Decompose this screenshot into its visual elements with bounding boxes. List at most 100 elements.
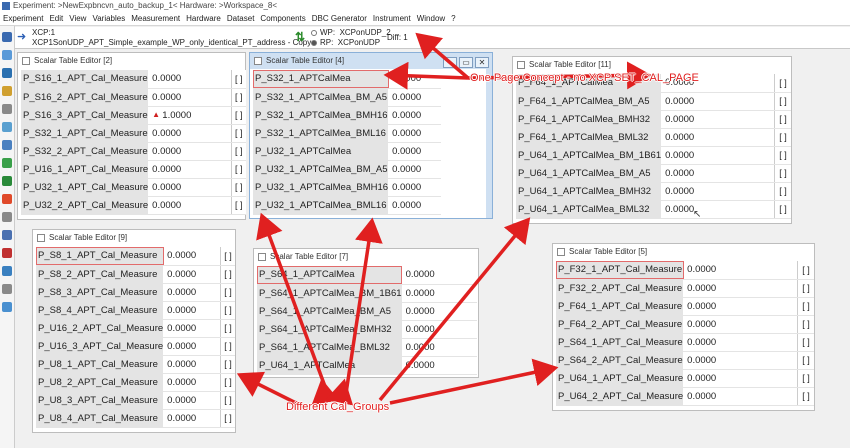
- wp-selector[interactable]: WP: XCPonUDP_2: [311, 28, 391, 37]
- table-row[interactable]: P_U64_1_APTCalMea_BM_A5 0.0000 [ ]: [516, 164, 791, 183]
- parameter-value[interactable]: 0.0000: [148, 160, 231, 179]
- table-row[interactable]: P_F64_1_APT_Cal_Measure 0.0000 [ ]: [556, 297, 814, 316]
- toolbar-button-icon[interactable]: [2, 302, 12, 312]
- parameter-name[interactable]: P_S64_1_APTCalMea_BML32: [257, 338, 403, 357]
- parameter-name[interactable]: P_U8_2_APT_Cal_Measure: [36, 373, 165, 392]
- parameter-name[interactable]: P_F64_2_APT_Cal_Measure: [556, 315, 685, 334]
- parameter-value[interactable]: 0.0000: [148, 88, 231, 107]
- restore-button[interactable]: ▭: [459, 57, 473, 68]
- parameter-name[interactable]: P_U64_1_APTCalMea_BM_1B61: [516, 146, 663, 165]
- table-row[interactable]: P_U64_1_APTCalMea_BM_1B61 0.0000 [ ]: [516, 146, 791, 165]
- panel-checkbox[interactable]: [22, 57, 30, 65]
- parameter-name[interactable]: P_S8_2_APT_Cal_Measure: [36, 265, 165, 284]
- parameter-value[interactable]: 0.0000: [148, 70, 231, 89]
- menu-item-instrument[interactable]: Instrument: [370, 14, 414, 23]
- parameter-value[interactable]: 0.0000: [661, 146, 775, 165]
- parameter-name[interactable]: P_U64_1_APTCalMea: [257, 356, 403, 375]
- parameter-name[interactable]: P_U16_1_APT_Cal_Measure: [21, 160, 150, 179]
- parameter-value[interactable]: 0.0000: [163, 319, 221, 338]
- parameter-value[interactable]: 0.0000: [388, 178, 441, 197]
- parameter-name[interactable]: P_U64_1_APT_Cal_Measure: [556, 369, 685, 388]
- panel-checkbox[interactable]: [557, 248, 565, 256]
- table-row[interactable]: P_U32_1_APTCalMea_BML16 0.0000: [253, 196, 441, 215]
- menu-item-dbc-generator[interactable]: DBC Generator: [309, 14, 370, 23]
- table-row[interactable]: P_U64_1_APTCalMea_BML32 0.0000 [ ]: [516, 200, 791, 219]
- close-button[interactable]: ✕: [475, 57, 489, 68]
- table-row[interactable]: P_U8_4_APT_Cal_Measure 0.0000 [ ]: [36, 409, 235, 428]
- parameter-name[interactable]: P_U16_2_APT_Cal_Measure: [36, 319, 165, 338]
- table-row[interactable]: P_S8_2_APT_Cal_Measure 0.0000 [ ]: [36, 265, 235, 284]
- parameter-name[interactable]: P_S16_1_APT_Cal_Measure: [21, 70, 150, 89]
- parameter-name[interactable]: P_S64_1_APTCalMea_BM_1B61: [257, 284, 403, 303]
- parameter-value[interactable]: 0.0000: [388, 196, 441, 215]
- toolbar-button-icon[interactable]: [2, 140, 12, 150]
- panel-title[interactable]: Scalar Table Editor [7]: [254, 249, 478, 265]
- table-row[interactable]: P_U8_1_APT_Cal_Measure 0.0000 [ ]: [36, 355, 235, 374]
- parameter-name[interactable]: P_U32_1_APTCalMea_BMH16: [253, 178, 390, 197]
- parameter-name[interactable]: P_S32_1_APTCalMea_BML16: [253, 124, 390, 143]
- table-row[interactable]: P_S64_1_APTCalMea_BM_A5 0.0000: [257, 302, 477, 321]
- menu-item-measurement[interactable]: Measurement: [128, 14, 183, 23]
- parameter-name[interactable]: P_U64_2_APT_Cal_Measure: [556, 387, 685, 406]
- parameter-name[interactable]: P_S8_3_APT_Cal_Measure: [36, 283, 165, 302]
- parameter-name[interactable]: P_U8_3_APT_Cal_Measure: [36, 391, 165, 410]
- parameter-value[interactable]: 0.0000: [402, 338, 477, 357]
- menu-item-experiment[interactable]: Experiment: [0, 14, 46, 23]
- parameter-value[interactable]: 0.0000: [661, 182, 775, 201]
- menu-item-components[interactable]: Components: [257, 14, 308, 23]
- menu-item-variables[interactable]: Variables: [89, 14, 128, 23]
- parameter-value[interactable]: 0.0000: [388, 124, 441, 143]
- parameter-name[interactable]: P_F64_1_APT_Cal_Measure: [556, 297, 685, 316]
- toolbar-button-icon[interactable]: [2, 284, 12, 294]
- parameter-name[interactable]: P_F64_1_APTCalMea_BML32: [516, 128, 663, 147]
- toolbar-button-icon[interactable]: [2, 266, 12, 276]
- parameter-name[interactable]: P_U32_1_APTCalMea_BML16: [253, 196, 390, 215]
- toolbar-button-icon[interactable]: [2, 104, 12, 114]
- parameter-value[interactable]: 0.0000: [388, 70, 441, 89]
- table-row[interactable]: P_S32_1_APTCalMea_BMH16 0.0000: [253, 106, 441, 125]
- parameter-value[interactable]: 0.0000: [402, 284, 477, 303]
- table-row[interactable]: P_S16_2_APT_Cal_Measure 0.0000 [ ]: [21, 88, 246, 107]
- toolbar-button-icon[interactable]: [2, 176, 12, 186]
- parameter-value[interactable]: 0.0000: [683, 297, 798, 316]
- parameter-name[interactable]: P_S8_1_APT_Cal_Measure: [36, 247, 165, 266]
- panel-title[interactable]: Scalar Table Editor [4] – ▭ ✕: [250, 53, 492, 69]
- table-row[interactable]: P_S32_2_APT_Cal_Measure 0.0000 [ ]: [21, 142, 246, 161]
- table-row[interactable]: P_F32_2_APT_Cal_Measure 0.0000 [ ]: [556, 279, 814, 298]
- parameter-value[interactable]: 0.0000: [148, 178, 231, 197]
- parameter-name[interactable]: P_U32_1_APTCalMea_BM_A5: [253, 160, 390, 179]
- parameter-name[interactable]: P_U32_2_APT_Cal_Measure: [21, 196, 150, 215]
- rp-radio[interactable]: [311, 39, 317, 46]
- table-row[interactable]: P_S8_3_APT_Cal_Measure 0.0000 [ ]: [36, 283, 235, 302]
- parameter-value[interactable]: 0.0000: [683, 315, 798, 334]
- parameter-value[interactable]: 0.0000: [661, 92, 775, 111]
- parameter-name[interactable]: P_U32_1_APT_Cal_Measure: [21, 178, 150, 197]
- parameter-name[interactable]: P_U16_3_APT_Cal_Measure: [36, 337, 165, 356]
- parameter-value[interactable]: 0.0000: [388, 142, 441, 161]
- parameter-name[interactable]: P_S64_1_APTCalMea_BMH32: [257, 320, 403, 339]
- toolbar-button-icon[interactable]: [2, 230, 12, 240]
- parameter-value[interactable]: 0.0000: [402, 266, 477, 285]
- parameter-value[interactable]: 0.0000: [148, 142, 231, 161]
- toolbar-button-icon[interactable]: [2, 68, 12, 78]
- parameter-value[interactable]: 0.0000: [163, 355, 221, 374]
- table-row[interactable]: P_S64_2_APT_Cal_Measure 0.0000 [ ]: [556, 351, 814, 370]
- panel-title[interactable]: Scalar Table Editor [9]: [33, 230, 235, 246]
- table-row[interactable]: P_U8_2_APT_Cal_Measure 0.0000 [ ]: [36, 373, 235, 392]
- panel-title[interactable]: Scalar Table Editor [5]: [553, 244, 814, 260]
- parameter-value[interactable]: 0.0000: [163, 391, 221, 410]
- table-row[interactable]: P_U32_1_APTCalMea 0.0000: [253, 142, 441, 161]
- parameter-name[interactable]: P_S8_4_APT_Cal_Measure: [36, 301, 165, 320]
- panel-checkbox[interactable]: [517, 61, 525, 69]
- parameter-name[interactable]: P_U64_1_APTCalMea_BMH32: [516, 182, 663, 201]
- parameter-name[interactable]: P_S32_1_APTCalMea_BM_A5: [253, 88, 390, 107]
- parameter-value[interactable]: 0.0000: [388, 106, 441, 125]
- toolbar-button-icon[interactable]: [2, 158, 12, 168]
- toolbar-button-icon[interactable]: [2, 248, 12, 258]
- parameter-name[interactable]: P_U64_1_APTCalMea_BML32: [516, 200, 663, 219]
- parameter-name[interactable]: P_S16_3_APT_Cal_Measure: [21, 106, 150, 125]
- parameter-value[interactable]: 0.0000: [683, 279, 798, 298]
- parameter-value[interactable]: 0.0000: [683, 333, 798, 352]
- parameter-name[interactable]: P_U8_1_APT_Cal_Measure: [36, 355, 165, 374]
- parameter-name[interactable]: P_F64_1_APTCalMea_BMH32: [516, 110, 663, 129]
